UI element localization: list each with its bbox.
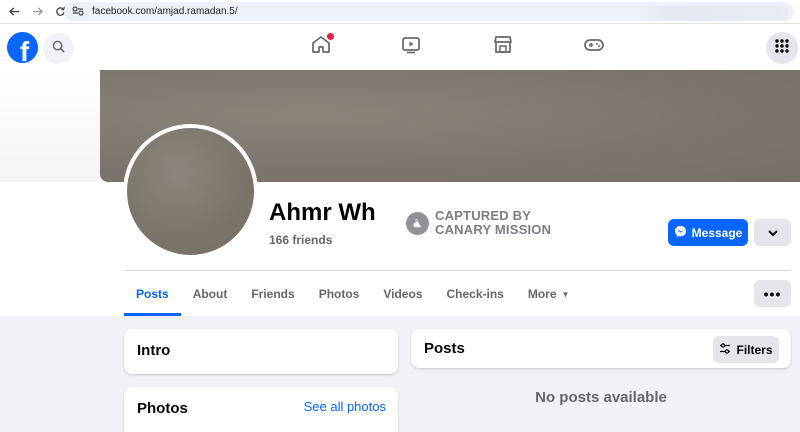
intro-card: Intro xyxy=(124,329,398,374)
home-nav-button[interactable] xyxy=(308,33,334,60)
avatar-image xyxy=(127,128,254,255)
tab-about[interactable]: About xyxy=(181,272,240,316)
forward-arrow-icon[interactable] xyxy=(28,3,46,21)
video-nav-button[interactable] xyxy=(398,34,424,60)
notification-dot xyxy=(327,33,334,40)
badge-line-1: CAPTURED BY xyxy=(435,208,532,223)
message-button[interactable]: Message xyxy=(668,219,748,246)
video-icon xyxy=(401,36,421,59)
tabs-divider xyxy=(124,270,791,271)
gaming-nav-button[interactable] xyxy=(581,34,607,60)
menu-button[interactable] xyxy=(766,32,798,64)
grid-menu-icon xyxy=(775,38,789,58)
tab-photos[interactable]: Photos xyxy=(307,272,372,316)
search-icon xyxy=(52,40,65,58)
blurred-extensions xyxy=(638,6,788,21)
photos-title: Photos xyxy=(137,400,188,417)
url-text: facebook.com/amjad.ramadan.5/ xyxy=(92,6,238,17)
posts-card: Posts Filters xyxy=(411,329,791,368)
profile-tabs: Posts About Friends Photos Videos Check-… xyxy=(124,272,581,316)
filters-button[interactable]: Filters xyxy=(713,336,779,363)
profile-dropdown-button[interactable] xyxy=(754,219,791,246)
back-arrow-icon[interactable] xyxy=(5,3,23,21)
no-posts-message: No posts available xyxy=(535,389,667,406)
marketplace-icon xyxy=(493,35,513,59)
profile-picture[interactable] xyxy=(123,124,258,259)
chevron-down-icon xyxy=(767,224,778,242)
tab-friends[interactable]: Friends xyxy=(239,272,306,316)
caret-down-icon: ▼ xyxy=(561,289,570,299)
more-options-button[interactable]: ••• xyxy=(754,280,791,307)
marketplace-nav-button[interactable] xyxy=(490,34,516,60)
browser-toolbar: facebook.com/amjad.ramadan.5/ xyxy=(0,0,800,24)
filter-sliders-icon xyxy=(719,342,731,357)
gaming-icon xyxy=(583,37,605,58)
address-bar[interactable]: facebook.com/amjad.ramadan.5/ xyxy=(64,2,794,21)
posts-title: Posts xyxy=(424,340,465,357)
badge-line-2: CANARY MISSION xyxy=(435,222,552,237)
tab-videos[interactable]: Videos xyxy=(371,272,434,316)
tab-check-ins[interactable]: Check-ins xyxy=(435,272,516,316)
see-all-photos-link[interactable]: See all photos xyxy=(304,399,386,414)
tab-more[interactable]: More ▼ xyxy=(516,272,582,316)
left-background xyxy=(0,70,100,182)
more-dots-icon: ••• xyxy=(763,285,782,302)
profile-name: Ahmr Wh xyxy=(269,199,376,226)
message-label: Message xyxy=(691,225,743,240)
filters-label: Filters xyxy=(736,342,773,357)
friends-count[interactable]: 166 friends xyxy=(269,233,332,247)
site-settings-icon[interactable] xyxy=(72,3,84,21)
messenger-icon xyxy=(674,225,687,241)
canary-text: CAPTURED BY CANARY MISSION xyxy=(435,209,551,237)
search-button[interactable] xyxy=(43,33,74,64)
bird-icon xyxy=(406,211,429,235)
photos-card: Photos See all photos xyxy=(124,387,398,432)
tab-posts[interactable]: Posts xyxy=(124,272,181,316)
intro-title: Intro xyxy=(137,342,171,359)
canary-mission-badge: CAPTURED BY CANARY MISSION xyxy=(406,209,551,237)
facebook-header: f xyxy=(0,24,800,70)
facebook-logo[interactable]: f xyxy=(7,32,38,63)
